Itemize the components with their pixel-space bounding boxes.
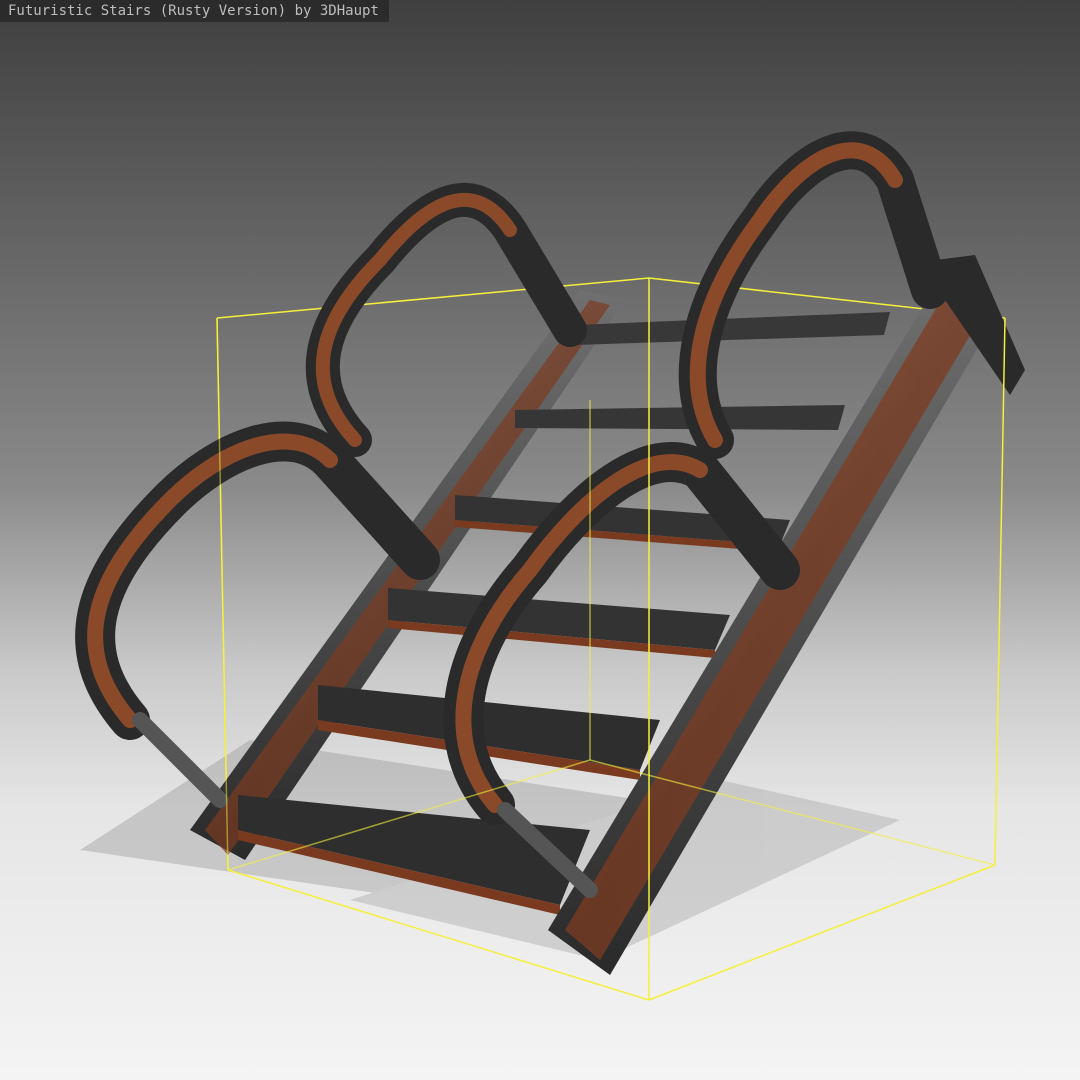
viewer-title: Futuristic Stairs (Rusty Version) by 3DH…	[0, 0, 389, 22]
step-5	[515, 405, 845, 430]
scene-canvas	[75, 131, 1025, 1001]
step-6	[575, 312, 890, 345]
render-viewport[interactable]: Futuristic Stairs (Rusty Version) by 3DH…	[0, 0, 1080, 1080]
step-3	[388, 588, 730, 658]
